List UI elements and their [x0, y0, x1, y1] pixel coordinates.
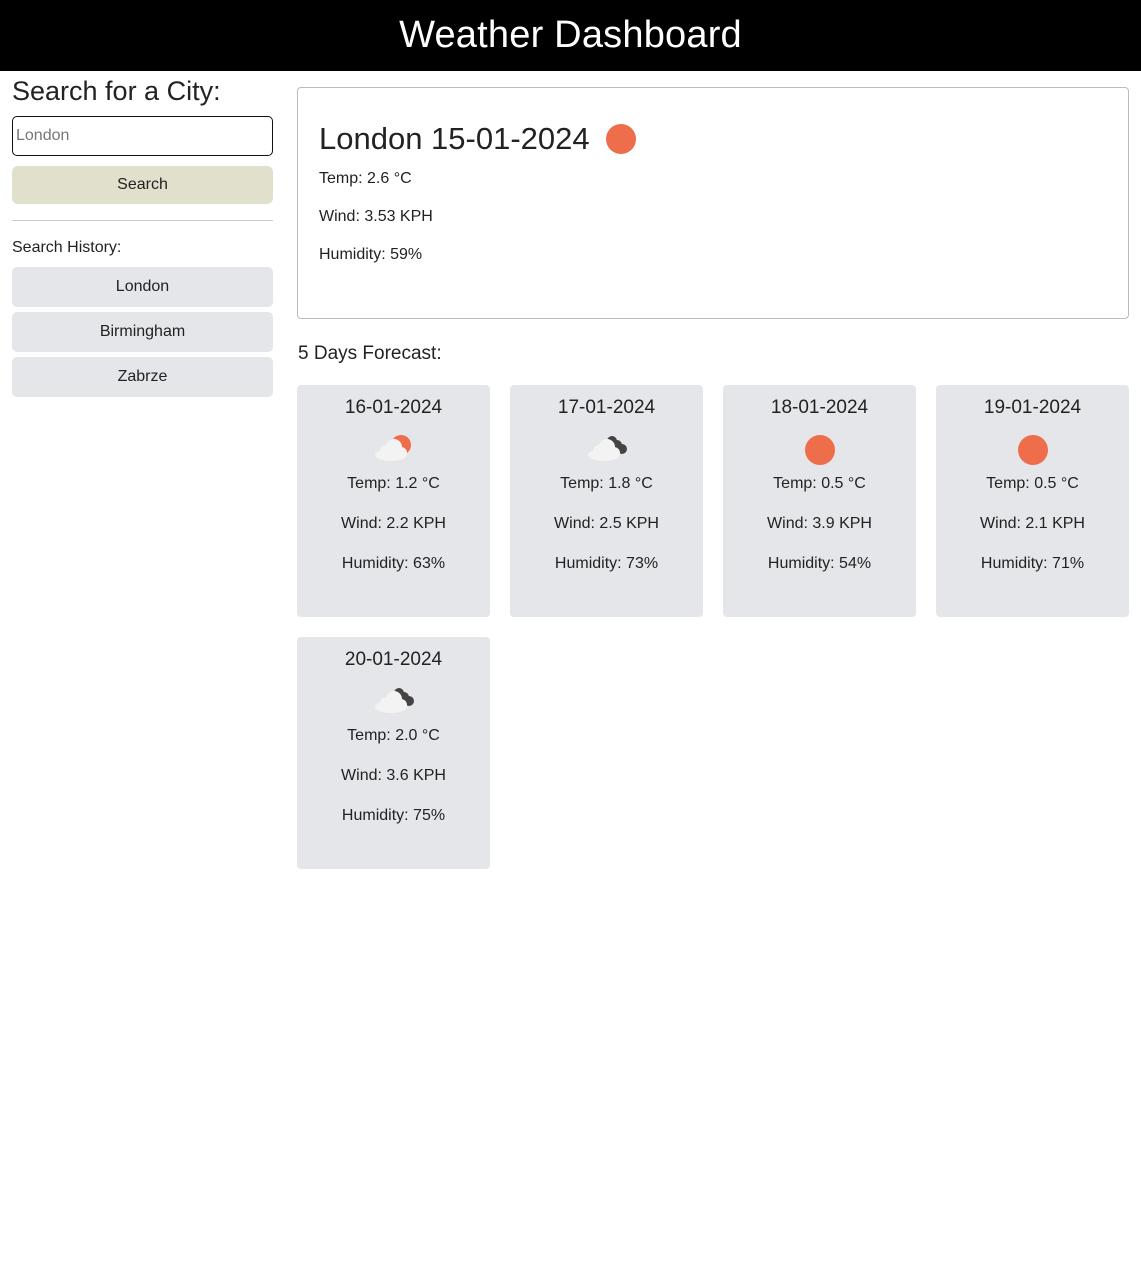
forecast-card: 20-01-2024 Temp: 2.0 °C Wind: 3.6 KPH Hu… — [297, 637, 490, 869]
forecast-humidity: Humidity: 63% — [341, 555, 446, 572]
forecast-temp: Temp: 1.2 °C — [347, 475, 440, 492]
sun-icon — [805, 435, 835, 465]
forecast-date: 16-01-2024 — [344, 397, 443, 418]
forecast-date: 20-01-2024 — [344, 649, 443, 670]
sun-icon — [1018, 435, 1048, 465]
forecast-temp: Temp: 1.8 °C — [560, 475, 653, 492]
forecast-card: 17-01-2024 Temp: 1.8 °C Wind: 2.5 KPH Hu… — [510, 385, 703, 617]
forecast-date: 17-01-2024 — [557, 397, 656, 418]
forecast-wind: Wind: 2.5 KPH — [554, 515, 659, 532]
cloudy-icon — [297, 685, 490, 725]
forecast-card: 16-01-2024 Temp: 1.2 °C Wind: 2.2 KPH Hu… — [297, 385, 490, 617]
current-wind: Wind: 3.53 KPH — [319, 208, 433, 225]
current-humidity: Humidity: 59% — [319, 246, 423, 263]
cloudy-icon — [510, 433, 703, 473]
forecast-humidity: Humidity: 73% — [554, 555, 659, 572]
search-history-label: Search History: — [12, 239, 122, 256]
sun-icon — [605, 124, 636, 154]
forecast-temp: Temp: 2.0 °C — [347, 727, 440, 744]
history-item-london[interactable]: London — [12, 267, 273, 307]
search-button[interactable]: Search — [12, 166, 273, 204]
current-weather-heading: London 15-01-2024 — [319, 120, 1107, 158]
forecast-date: 18-01-2024 — [770, 397, 869, 418]
forecast-temp: Temp: 0.5 °C — [773, 475, 866, 492]
forecast-wind: Wind: 3.9 KPH — [767, 515, 872, 532]
history-item-birmingham[interactable]: Birmingham — [12, 312, 273, 352]
forecast-card: 18-01-2024 Temp: 0.5 °C Wind: 3.9 KPH Hu… — [723, 385, 916, 617]
forecast-date: 19-01-2024 — [983, 397, 1082, 418]
current-weather-card: London 15-01-2024 Temp: 2.6 °C Wind: 3.5… — [297, 87, 1129, 319]
page-title: Weather Dashboard — [399, 14, 742, 56]
divider — [12, 220, 273, 221]
forecast-humidity: Humidity: 75% — [341, 807, 446, 824]
current-city-date: London 15-01-2024 — [319, 121, 590, 156]
forecast-wind: Wind: 2.2 KPH — [341, 515, 446, 532]
search-heading: Search for a City: — [12, 76, 221, 106]
forecast-card: 19-01-2024 Temp: 0.5 °C Wind: 2.1 KPH Hu… — [936, 385, 1129, 617]
sidebar: Search for a City: Search Search History… — [12, 71, 273, 402]
forecast-temp: Temp: 0.5 °C — [986, 475, 1079, 492]
current-temp: Temp: 2.6 °C — [319, 170, 412, 187]
partly-cloudy-icon — [297, 433, 490, 473]
forecast-wind: Wind: 3.6 KPH — [341, 767, 446, 784]
history-item-zabrze[interactable]: Zabrze — [12, 357, 273, 397]
city-search-input[interactable] — [12, 116, 273, 156]
forecast-wind: Wind: 2.1 KPH — [980, 515, 1085, 532]
forecast-humidity: Humidity: 54% — [767, 555, 872, 572]
forecast-humidity: Humidity: 71% — [980, 555, 1085, 572]
search-history-list: London Birmingham Zabrze — [12, 267, 273, 397]
forecast-label: 5 Days Forecast: — [298, 343, 442, 364]
page-header: Weather Dashboard — [0, 0, 1141, 71]
